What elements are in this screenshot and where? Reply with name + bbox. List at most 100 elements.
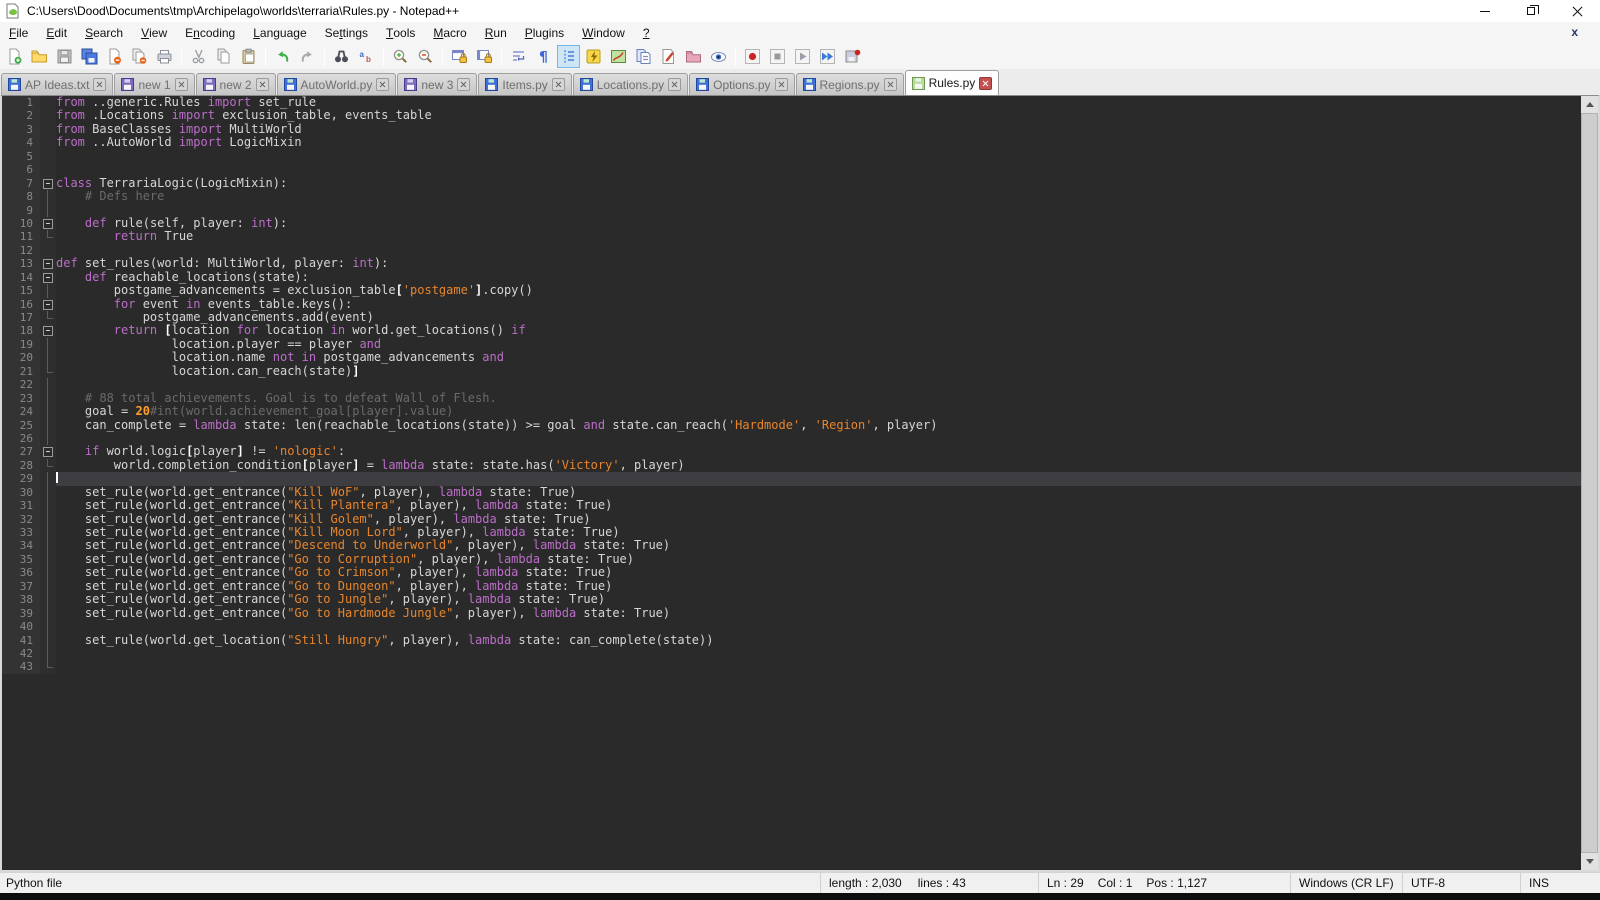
tab-close-icon[interactable]: [256, 78, 269, 91]
tab-new-1[interactable]: new 1: [114, 73, 194, 95]
menu-macro[interactable]: Macro: [424, 22, 475, 44]
menu-window[interactable]: Window: [573, 22, 634, 44]
tab-close-icon[interactable]: [884, 78, 897, 91]
define-your-language-button[interactable]: [582, 45, 605, 68]
code-line[interactable]: 17 postgame_advancements.add(event): [2, 311, 1581, 324]
tab-ap-ideas-txt[interactable]: AP Ideas.txt: [1, 73, 113, 95]
code-line[interactable]: 38 set_rule(world.get_entrance("Go to Ju…: [2, 593, 1581, 606]
tab-autoworld-py[interactable]: AutoWorld.py: [277, 73, 397, 95]
code-line[interactable]: 43: [2, 660, 1581, 673]
document-monitoring-button[interactable]: [707, 45, 730, 68]
fold-collapse-icon[interactable]: [40, 271, 56, 284]
sync-vertical-scrolling-button[interactable]: [448, 45, 471, 68]
fold-collapse-icon[interactable]: [40, 445, 56, 458]
code-line[interactable]: 23 # 88 total achievements. Goal is to d…: [2, 392, 1581, 405]
start-recording-button[interactable]: [741, 45, 764, 68]
function-list-button[interactable]: [632, 45, 655, 68]
code-line[interactable]: 39 set_rule(world.get_entrance("Go to Ha…: [2, 607, 1581, 620]
open-file-button[interactable]: [28, 45, 51, 68]
close-file-button[interactable]: [103, 45, 126, 68]
show-indent-guide-button[interactable]: [557, 45, 580, 68]
code-line[interactable]: 18 return [location for location in worl…: [2, 324, 1581, 337]
save-file-button[interactable]: [53, 45, 76, 68]
code-line[interactable]: 13def set_rules(world: MultiWorld, playe…: [2, 257, 1581, 270]
code-line[interactable]: 32 set_rule(world.get_entrance("Kill Gol…: [2, 513, 1581, 526]
code-line[interactable]: 29: [2, 472, 1581, 485]
tab-rules-py[interactable]: Rules.py: [905, 70, 1000, 95]
code-line[interactable]: 37 set_rule(world.get_entrance("Go to Du…: [2, 580, 1581, 593]
code-line[interactable]: 5: [2, 150, 1581, 163]
code-line[interactable]: 12: [2, 244, 1581, 257]
save-recorded-macro-button[interactable]: [841, 45, 864, 68]
vertical-scrollbar[interactable]: [1581, 96, 1598, 870]
code-line[interactable]: 10 def rule(self, player: int):: [2, 217, 1581, 230]
code-line[interactable]: 36 set_rule(world.get_entrance("Go to Cr…: [2, 566, 1581, 579]
close-button[interactable]: [1554, 0, 1600, 22]
tab-close-icon[interactable]: [668, 78, 681, 91]
paste-button[interactable]: [237, 45, 260, 68]
scroll-up-icon[interactable]: [1581, 96, 1598, 113]
sync-horizontal-scrolling-button[interactable]: [473, 45, 496, 68]
playback-macro-button[interactable]: [791, 45, 814, 68]
code-line[interactable]: 7class TerrariaLogic(LogicMixin):: [2, 177, 1581, 190]
cut-button[interactable]: [187, 45, 210, 68]
tab-close-icon[interactable]: [552, 78, 565, 91]
fold-collapse-icon[interactable]: [40, 177, 56, 190]
code-line[interactable]: 34 set_rule(world.get_entrance("Descend …: [2, 539, 1581, 552]
tab-options-py[interactable]: Options.py: [689, 73, 794, 95]
stop-recording-button[interactable]: [766, 45, 789, 68]
tab-regions-py[interactable]: Regions.py: [796, 73, 904, 95]
new-file-button[interactable]: [3, 45, 26, 68]
code-line[interactable]: 35 set_rule(world.get_entrance("Go to Co…: [2, 553, 1581, 566]
code-line[interactable]: 26: [2, 432, 1581, 445]
code-line[interactable]: 31 set_rule(world.get_entrance("Kill Pla…: [2, 499, 1581, 512]
menu-view[interactable]: View: [132, 22, 176, 44]
fold-collapse-icon[interactable]: [40, 298, 56, 311]
zoom-in-button[interactable]: [389, 45, 412, 68]
zoom-out-button[interactable]: [414, 45, 437, 68]
code-line[interactable]: 16 for event in events_table.keys():: [2, 298, 1581, 311]
code-line[interactable]: 11 return True: [2, 230, 1581, 243]
code-line[interactable]: 30 set_rule(world.get_entrance("Kill WoF…: [2, 486, 1581, 499]
code-line[interactable]: 1from ..generic.Rules import set_rule: [2, 96, 1581, 109]
tab-close-icon[interactable]: [175, 78, 188, 91]
tab-locations-py[interactable]: Locations.py: [573, 73, 688, 95]
code-line[interactable]: 42: [2, 647, 1581, 660]
code-line[interactable]: 6: [2, 163, 1581, 176]
code-line[interactable]: 9: [2, 204, 1581, 217]
tab-close-icon[interactable]: [979, 77, 992, 90]
menu-plugins[interactable]: Plugins: [516, 22, 573, 44]
copy-button[interactable]: [212, 45, 235, 68]
scrollbar-thumb[interactable]: [1581, 113, 1598, 853]
code-line[interactable]: 3from BaseClasses import MultiWorld: [2, 123, 1581, 136]
code-line[interactable]: 14 def reachable_locations(state):: [2, 271, 1581, 284]
menu-language[interactable]: Language: [244, 22, 315, 44]
code-line[interactable]: 21 location.can_reach(state)]: [2, 365, 1581, 378]
tab-close-icon[interactable]: [457, 78, 470, 91]
restore-button[interactable]: [1508, 0, 1554, 22]
code-line[interactable]: 4from ..AutoWorld import LogicMixin: [2, 136, 1581, 149]
code-line[interactable]: 24 goal = 20#int(world.achievement_goal[…: [2, 405, 1581, 418]
minimize-button[interactable]: [1462, 0, 1508, 22]
menu-settings[interactable]: Settings: [316, 22, 377, 44]
fold-collapse-icon[interactable]: [40, 324, 56, 337]
pen-document-button[interactable]: [657, 45, 680, 68]
print-button[interactable]: [153, 45, 176, 68]
menu-tools[interactable]: Tools: [377, 22, 424, 44]
document-map-button[interactable]: [607, 45, 630, 68]
find-button[interactable]: [330, 45, 353, 68]
save-all-button[interactable]: [78, 45, 101, 68]
word-wrap-button[interactable]: [507, 45, 530, 68]
fold-collapse-icon[interactable]: [40, 217, 56, 230]
tab-new-3[interactable]: new 3: [397, 73, 477, 95]
code-line[interactable]: 20 location.name not in postgame_advance…: [2, 351, 1581, 364]
run-macro-multiple-times-button[interactable]: [816, 45, 839, 68]
fold-collapse-icon[interactable]: [40, 257, 56, 270]
code-line[interactable]: 41 set_rule(world.get_location("Still Hu…: [2, 634, 1581, 647]
menu-encoding[interactable]: Encoding: [176, 22, 244, 44]
code-line[interactable]: 19 location.player == player and: [2, 338, 1581, 351]
code-line[interactable]: 25 can_complete = lambda state: len(reac…: [2, 419, 1581, 432]
menu-help[interactable]: ?: [634, 22, 659, 44]
menu-edit[interactable]: Edit: [37, 22, 76, 44]
close-all-button[interactable]: [128, 45, 151, 68]
